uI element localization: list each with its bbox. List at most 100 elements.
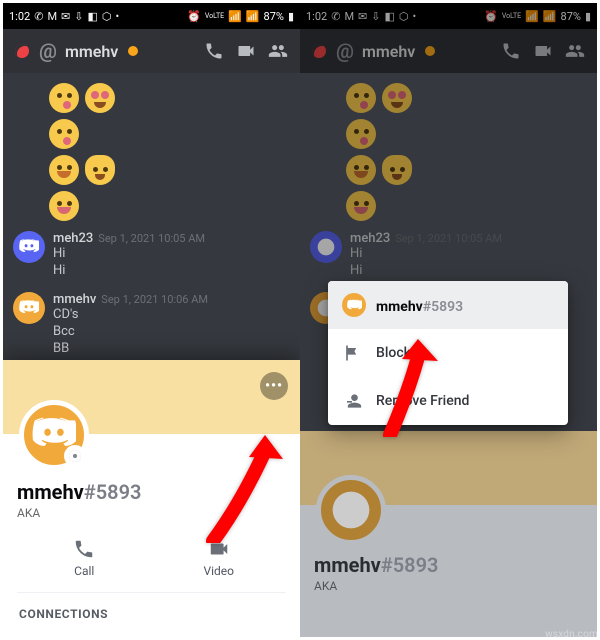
whatsapp-icon: ✆ — [34, 10, 43, 23]
wifi-icon: 📶 — [543, 10, 557, 23]
status-idle-icon — [128, 46, 138, 56]
menu-username: mmehv — [376, 299, 423, 315]
battery-icon: ▮ — [585, 10, 591, 23]
profile-avatar[interactable] — [19, 400, 89, 470]
emoji-blush — [49, 155, 79, 185]
remove-user-icon — [342, 391, 362, 411]
call-label: Call — [74, 564, 94, 578]
msg-author[interactable]: meh23 — [53, 231, 93, 246]
dm-header: @ mmehv — [300, 29, 597, 73]
profile-call-button[interactable]: Call — [17, 538, 152, 578]
presence-offline-icon — [64, 445, 86, 467]
emoji-hearts — [382, 83, 412, 113]
emoji-kiss — [49, 119, 79, 149]
emoji-tongue — [346, 191, 376, 221]
emoji-reaction-row — [49, 119, 300, 149]
avatar[interactable] — [310, 231, 342, 263]
status-idle-icon — [425, 46, 435, 56]
whatsapp-icon: ✆ — [331, 10, 340, 23]
mentions-badge[interactable] — [310, 42, 328, 60]
volte-icon: VoLTE — [502, 13, 521, 20]
video-icon — [208, 538, 230, 560]
voice-call-icon[interactable] — [202, 39, 226, 63]
volte-icon: VoLTE — [205, 13, 224, 20]
more-icon: • — [116, 10, 120, 23]
profile-avatar — [316, 475, 386, 545]
more-options-button[interactable]: ••• — [260, 372, 288, 400]
menu-block-button[interactable]: Block — [328, 329, 568, 377]
msg-line: CD's — [53, 307, 290, 324]
more-icon: • — [413, 10, 417, 23]
users-icon[interactable] — [266, 39, 290, 63]
emoji-reaction-row — [49, 155, 300, 185]
emoji-tongue — [49, 191, 79, 221]
video-call-icon[interactable] — [234, 39, 258, 63]
emoji-reaction-row — [49, 191, 300, 221]
android-status-bar: 1:02 ✆ M ✉ ⇩ ◧ ⬡ • ⏰ VoLTE 📶 📶 87% ▮ — [3, 3, 300, 29]
msg-line: Hi — [53, 263, 290, 280]
user-profile-sheet[interactable]: ••• mmehv#5893 AKA Call Vi — [3, 360, 300, 637]
menu-avatar-icon — [342, 293, 366, 317]
profile-username: mmehv#5893 — [17, 480, 286, 504]
menu-tag: #5893 — [423, 299, 463, 315]
badge-icon: ⬡ — [399, 10, 409, 23]
emoji-kiss — [346, 119, 376, 149]
users-icon[interactable] — [563, 39, 587, 63]
message[interactable]: meh23Sep 1, 2021 10:05 AM HiHi — [310, 227, 597, 288]
msg-line: Hi — [53, 246, 290, 263]
emoji-reaction-row — [49, 83, 300, 113]
download-icon: ⇩ — [74, 10, 83, 23]
at-icon: @ — [336, 39, 354, 63]
badge-icon: ⬡ — [102, 10, 112, 23]
msg-line: BB — [53, 341, 290, 358]
user-profile-sheet-dimmed: mmehv#5893 AKA — [300, 431, 597, 637]
menu-header: mmehv#5893 — [328, 281, 568, 329]
download-icon: ⇩ — [371, 10, 380, 23]
emoji-hearts — [85, 83, 115, 113]
flag-icon — [342, 343, 362, 363]
voice-call-icon[interactable] — [499, 39, 523, 63]
signal-icon: 📶 — [525, 10, 539, 23]
battery-pct: 87% — [264, 10, 284, 23]
header-username[interactable]: mmehv — [362, 42, 415, 61]
header-username[interactable]: mmehv — [65, 42, 118, 61]
profile-discriminator: #5893 — [84, 480, 142, 504]
avatar[interactable] — [13, 292, 45, 324]
mentions-badge[interactable] — [13, 42, 31, 60]
msg-time: Sep 1, 2021 10:06 AM — [101, 293, 208, 306]
android-status-bar: 1:02 ✆ M ✉ ⇩ ◧ ⬡ • ⏰ VoLTE 📶 📶 87% ▮ — [300, 3, 597, 29]
battery-icon: ▮ — [288, 10, 294, 23]
app-icon: ◧ — [87, 10, 97, 23]
video-call-icon[interactable] — [531, 39, 555, 63]
wifi-icon: 📶 — [246, 10, 260, 23]
msg-time: Sep 1, 2021 10:05 AM — [98, 232, 205, 245]
alarm-icon: ⏰ — [484, 10, 498, 23]
battery-pct: 87% — [561, 10, 581, 23]
phone-icon — [73, 538, 95, 560]
message[interactable]: mmehv Sep 1, 2021 10:06 AM CD's Bcc BB — [13, 288, 300, 366]
alarm-icon: ⏰ — [187, 10, 201, 23]
message[interactable]: meh23 Sep 1, 2021 10:05 AM Hi Hi — [13, 227, 300, 288]
phone-screen-left: 1:02 ✆ M ✉ ⇩ ◧ ⬡ • ⏰ VoLTE 📶 📶 87% ▮ @ m… — [3, 3, 300, 637]
user-options-menu: mmehv#5893 Block Remove Friend — [328, 281, 568, 425]
msg-author[interactable]: mmehv — [53, 292, 96, 307]
emoji-cat-love — [382, 155, 412, 185]
emoji-kiss-hearts — [346, 83, 376, 113]
watermark: wsxdn.com — [545, 629, 598, 640]
gmail-icon: M — [344, 10, 354, 23]
emoji-blush — [346, 155, 376, 185]
menu-remove-friend-button[interactable]: Remove Friend — [328, 377, 568, 425]
status-time: 1:02 — [9, 10, 30, 23]
profile-aka-label: AKA — [17, 506, 286, 520]
at-icon: @ — [39, 39, 57, 63]
message-icon: ✉ — [61, 10, 70, 23]
signal-icon: 📶 — [228, 10, 242, 23]
avatar[interactable] — [13, 231, 45, 263]
phone-screen-right: 1:02 ✆ M ✉ ⇩ ◧ ⬡ • ⏰ VoLTE 📶 📶 87% ▮ @ m… — [300, 3, 597, 637]
profile-video-button[interactable]: Video — [152, 538, 287, 578]
remove-friend-label: Remove Friend — [376, 393, 469, 409]
video-label: Video — [203, 564, 234, 578]
block-label: Block — [376, 345, 411, 361]
status-time: 1:02 — [306, 10, 327, 23]
msg-line: Bcc — [53, 324, 290, 341]
